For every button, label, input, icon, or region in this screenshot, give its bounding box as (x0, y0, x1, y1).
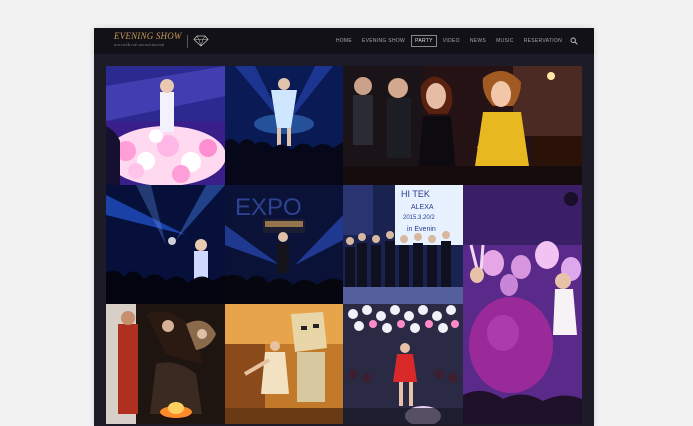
photo-stage-blue-performer[interactable] (225, 66, 343, 185)
photo-club-party-crowd[interactable] (343, 66, 582, 185)
nav-reservation[interactable]: RESERVATION (520, 35, 566, 47)
logo-divider (187, 35, 188, 48)
diamond-logo-icon (193, 35, 209, 47)
hitek-sign-2: ALEXA (411, 204, 434, 211)
expo-sign-text: EXPO (235, 194, 302, 221)
nav-music[interactable]: MUSIC (492, 35, 518, 47)
nav-evening-show[interactable]: EVENING SHOW (358, 35, 409, 47)
nav-video[interactable]: VIDEO (439, 35, 464, 47)
hitek-sign-1: HI TEK (401, 189, 430, 199)
top-navigation: EVENING SHOW ครบวงจรอีเวนท์ เอนเตอร์เทนเ… (94, 28, 594, 54)
nav-party[interactable]: PARTY (411, 35, 437, 47)
nav-home[interactable]: HOME (332, 35, 356, 47)
photo-balloon-party-dancer[interactable] (343, 304, 463, 424)
search-icon[interactable] (570, 37, 578, 45)
party-photo-grid: EXPO HI TEK ALEXA 2015.3.20/2 in Evenin (106, 66, 582, 424)
photo-stage-bubble-dress[interactable] (106, 66, 225, 185)
hitek-sign-3: 2015.3.20/2 (403, 215, 435, 221)
browser-window: EVENING SHOW ครบวงจรอีเวนท์ เอนเตอร์เทนเ… (94, 28, 594, 426)
site-logo[interactable]: EVENING SHOW ครบวงจรอีเวนท์ เอนเตอร์เทนเ… (112, 31, 212, 51)
nav-news[interactable]: NEWS (466, 35, 490, 47)
photo-hitek-stage-dancers[interactable]: HI TEK ALEXA 2015.3.20/2 in Evenin (343, 185, 463, 304)
main-menu: HOME EVENING SHOW PARTY VIDEO NEWS MUSIC… (330, 34, 578, 48)
photo-costume-performers-fire[interactable] (106, 304, 225, 424)
logo-text: EVENING SHOW (114, 31, 182, 41)
hitek-sign-4: in Evenin (407, 226, 436, 233)
photo-stage-blue-lights[interactable] (106, 185, 225, 304)
logo-tagline: ครบวงจรอีเวนท์ เอนเตอร์เทนเมนท์ (114, 43, 165, 47)
photo-expo-stage[interactable]: EXPO (225, 185, 343, 304)
photo-cardboard-mascot-show[interactable] (225, 304, 343, 424)
photo-purple-balloons[interactable] (463, 185, 582, 424)
